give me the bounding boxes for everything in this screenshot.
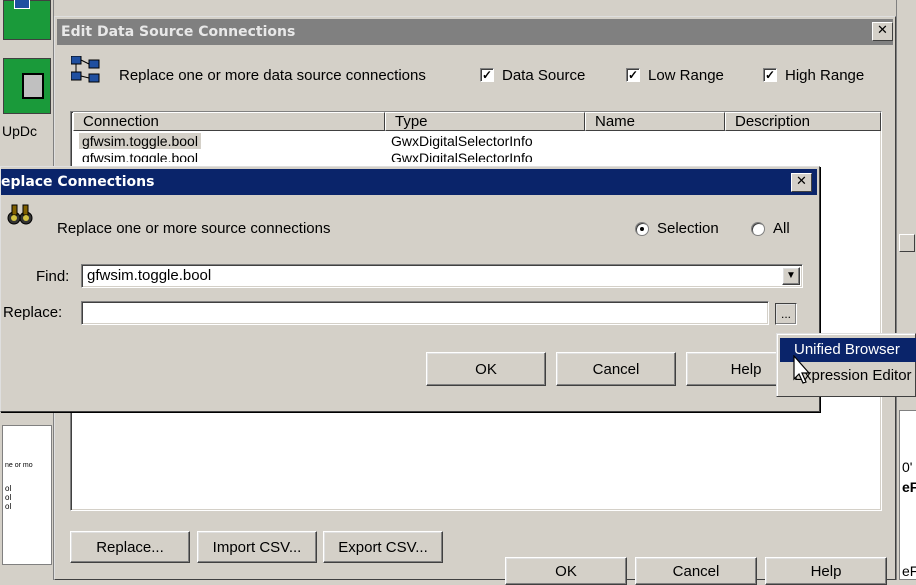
column-header-description[interactable]: Description xyxy=(725,112,881,131)
background-left-panel-row: ol xyxy=(5,484,12,493)
low-range-checkbox[interactable]: ✓ xyxy=(626,68,640,82)
close-button[interactable]: ✕ xyxy=(872,22,893,41)
row-type-cell: GwxDigitalSelectorInfo xyxy=(391,133,533,149)
table-row[interactable]: gfwsim.toggle.bool GwxDigitalSelectorInf… xyxy=(73,133,881,151)
background-right-strip: 0' eF eF xyxy=(896,0,916,580)
background-left-panel-row: ol xyxy=(5,493,12,502)
row-connection-cell: gfwsim.toggle.bool xyxy=(82,150,198,162)
chevron-down-icon[interactable]: ▼ xyxy=(782,267,800,285)
mouse-cursor-icon xyxy=(793,354,813,385)
replace-dialog-title: eplace Connections xyxy=(1,174,155,190)
replace-dialog-title-bar: eplace Connections ✕ xyxy=(1,169,817,195)
ok-button[interactable]: OK xyxy=(426,352,546,386)
row-connection-cell: gfwsim.toggle.bool xyxy=(79,133,201,149)
all-label: All xyxy=(773,220,790,237)
background-tile-icon xyxy=(14,0,30,9)
find-value: gfwsim.toggle.bool xyxy=(87,267,212,284)
background-right-label: eF xyxy=(902,479,916,495)
row-type-cell: GwxDigitalSelectorInfo xyxy=(391,150,533,162)
column-header-name[interactable]: Name xyxy=(585,112,725,131)
replace-connections-dialog: eplace Connections ✕ Replace one or more… xyxy=(0,166,820,412)
background-left-panel-text: ne or mo xyxy=(5,462,33,469)
background-right-panel: 0' eF eF xyxy=(899,410,916,580)
background-right-label: eF xyxy=(902,563,916,579)
find-combobox[interactable]: gfwsim.toggle.bool ▼ xyxy=(81,264,803,288)
replace-dialog-description: Replace one or more source connections xyxy=(57,220,331,237)
close-button[interactable]: ✕ xyxy=(791,173,812,192)
background-green-tile xyxy=(3,58,51,114)
edit-dialog-title-bar: Edit Data Source Connections ✕ xyxy=(57,19,893,45)
cancel-button[interactable]: Cancel xyxy=(556,352,676,386)
binoculars-icon xyxy=(7,201,33,227)
export-csv-button[interactable]: Export CSV... xyxy=(323,531,443,563)
help-button[interactable]: Help xyxy=(765,557,887,585)
selection-radio[interactable] xyxy=(635,222,649,236)
high-range-checkbox[interactable]: ✓ xyxy=(763,68,777,82)
network-icon xyxy=(70,55,101,84)
column-header-connection[interactable]: Connection xyxy=(73,112,385,131)
selection-label: Selection xyxy=(657,220,719,237)
background-right-label: 0' xyxy=(902,459,913,475)
column-header-type[interactable]: Type xyxy=(385,112,585,131)
background-right-scroll-button xyxy=(899,234,915,252)
data-source-label: Data Source xyxy=(502,67,586,84)
all-radio[interactable] xyxy=(751,222,765,236)
background-left-panel-row: ol xyxy=(5,502,12,511)
replace-label: Replace: xyxy=(3,304,63,321)
high-range-label: High Range xyxy=(785,67,865,84)
background-left-panel: ne or mo ol ol ol xyxy=(2,425,52,565)
import-csv-button[interactable]: Import CSV... xyxy=(197,531,317,563)
background-device-icon xyxy=(22,73,44,99)
replace-button[interactable]: Replace... xyxy=(70,531,190,563)
find-label: Find: xyxy=(36,268,70,285)
edit-dialog-description: Replace one or more data source connecti… xyxy=(119,67,426,84)
replace-input[interactable] xyxy=(81,301,769,325)
background-left-label: UpDc xyxy=(2,123,38,139)
background-green-tile-top xyxy=(3,0,51,40)
browse-button[interactable]: ... xyxy=(775,303,797,325)
cancel-button[interactable]: Cancel xyxy=(635,557,757,585)
edit-dialog-title: Edit Data Source Connections xyxy=(61,24,296,40)
ok-button[interactable]: OK xyxy=(505,557,627,585)
low-range-label: Low Range xyxy=(648,67,724,84)
table-row[interactable]: gfwsim.toggle.bool GwxDigitalSelectorInf… xyxy=(73,150,881,162)
data-source-checkbox[interactable]: ✓ xyxy=(480,68,494,82)
